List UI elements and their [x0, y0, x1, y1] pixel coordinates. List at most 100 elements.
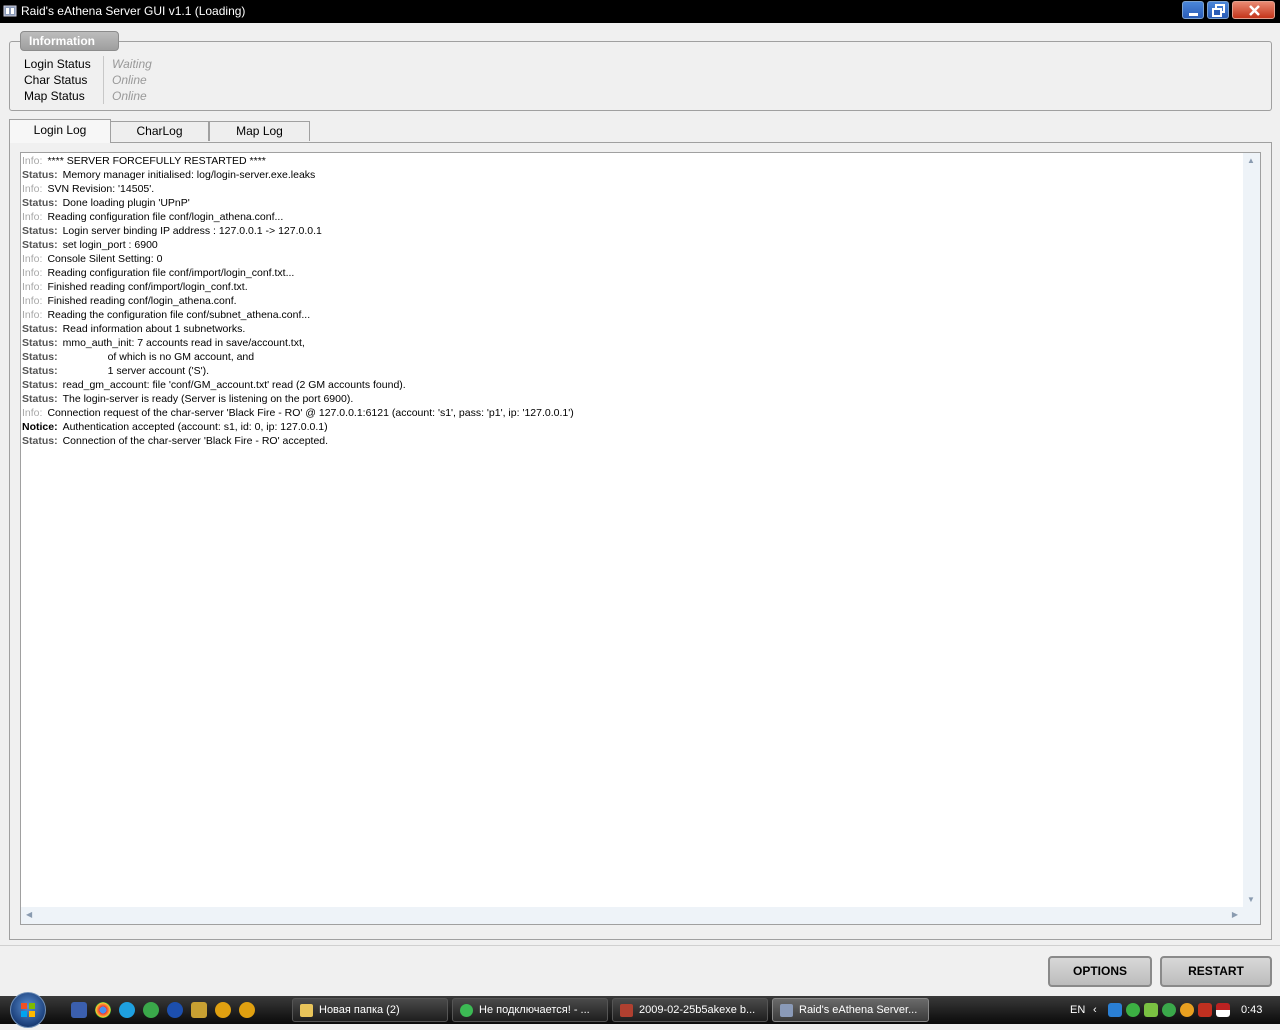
- log-level: Status:: [22, 365, 58, 377]
- quicklaunch-desktop-icon[interactable]: [71, 1002, 87, 1018]
- quicklaunch-app-icon[interactable]: [191, 1002, 207, 1018]
- log-line: Status: mmo_auth_init: 7 accounts read in…: [22, 336, 1242, 350]
- scroll-left-icon[interactable]: ◀: [26, 911, 32, 919]
- folder-icon: [300, 1004, 313, 1017]
- log-level: Status:: [22, 169, 58, 181]
- tab-login-log[interactable]: Login Log: [9, 119, 111, 143]
- network-icon[interactable]: [1108, 1003, 1122, 1017]
- log-level: Status:: [22, 323, 58, 335]
- scroll-right-icon[interactable]: ▶: [1232, 911, 1238, 919]
- log-message: 1 server account ('S').: [107, 365, 210, 377]
- log-line: Status: Done loading plugin 'UPnP': [22, 196, 1242, 210]
- window-title: Raid's eAthena Server GUI v1.1 (Loading): [21, 4, 246, 18]
- scroll-up-icon[interactable]: ▲: [1247, 157, 1255, 165]
- system-tray: EN ‹ 0:43: [1063, 996, 1280, 1024]
- taskbar-item-folder[interactable]: Новая папка (2): [292, 998, 448, 1022]
- log-message: Read information about 1 subnetworks.: [62, 323, 246, 335]
- log-message: Done loading plugin 'UPnP': [62, 197, 190, 209]
- chrome-icon: [460, 1004, 473, 1017]
- horizontal-scrollbar[interactable]: ◀ ▶: [21, 907, 1243, 924]
- options-button[interactable]: OPTIONS: [1048, 956, 1152, 987]
- tray-app-icon-3[interactable]: [1180, 1003, 1194, 1017]
- log-level: Status:: [22, 379, 58, 391]
- log-level: Status:: [22, 435, 58, 447]
- log-level: Status:: [22, 239, 58, 251]
- quicklaunch-warning-icon[interactable]: [215, 1002, 231, 1018]
- taskbar-item-browser[interactable]: Не подключается! - ...: [452, 998, 608, 1022]
- restart-button[interactable]: RESTART: [1160, 956, 1272, 987]
- flag-icon[interactable]: [1216, 1003, 1230, 1017]
- log-message: Login server binding IP address : 127.0.…: [62, 225, 322, 237]
- log-line: Info: **** SERVER FORCEFULLY RESTARTED **…: [22, 154, 1242, 168]
- vertical-scrollbar[interactable]: ▲ ▼: [1243, 153, 1260, 908]
- utorrent-tray-icon[interactable]: [1162, 1003, 1176, 1017]
- scroll-down-icon[interactable]: ▼: [1247, 896, 1255, 904]
- taskbar-item-eathena[interactable]: Raid's eAthena Server...: [772, 998, 929, 1022]
- log-line: Info: Console Silent Setting: 0: [22, 252, 1242, 266]
- log-message: Memory manager initialised: log/login-se…: [62, 169, 316, 181]
- log-line: Info: SVN Revision: '14505'.: [22, 182, 1242, 196]
- log-level: Status:: [22, 393, 58, 405]
- log-line: Info: Reading configuration file conf/imp…: [22, 266, 1242, 280]
- log-line: Status: Read information about 1 subnetwo…: [22, 322, 1242, 336]
- close-button[interactable]: [1232, 1, 1275, 19]
- log-message: Connection of the char-server 'Black Fir…: [62, 435, 329, 447]
- log-level: Status:: [22, 225, 58, 237]
- log-line: Status: The login-server is ready (Server…: [22, 392, 1242, 406]
- log-level: Info:: [22, 309, 43, 321]
- log-line: Notice: Authentication accepted (account:…: [22, 420, 1242, 434]
- log-message: **** SERVER FORCEFULLY RESTARTED ****: [47, 155, 266, 167]
- tray-expand-icon[interactable]: ‹: [1093, 996, 1097, 1024]
- quicklaunch-bluetooth-icon[interactable]: [167, 1002, 183, 1018]
- log-line: Info: Finished reading conf/login_athena.…: [22, 294, 1242, 308]
- log-level: Status:: [22, 351, 58, 363]
- information-panel: [9, 41, 1272, 111]
- tab-map-log[interactable]: Map Log: [209, 121, 310, 141]
- minimize-icon: [1189, 13, 1198, 16]
- log-line: Info: Connection request of the char-serv…: [22, 406, 1242, 420]
- tray-app-icon[interactable]: [1126, 1003, 1140, 1017]
- log-line: Status: Login server binding IP address :…: [22, 224, 1242, 238]
- log-message: set login_port : 6900: [62, 239, 158, 251]
- log-level: Info:: [22, 281, 43, 293]
- map-status-value: Online: [112, 89, 147, 103]
- title-bar[interactable]: Raid's eAthena Server GUI v1.1 (Loading): [0, 0, 1280, 23]
- start-button[interactable]: [10, 992, 46, 1028]
- quicklaunch-utorrent-icon[interactable]: [143, 1002, 159, 1018]
- quicklaunch-warning-icon-2[interactable]: [239, 1002, 255, 1018]
- char-status-value: Online: [112, 73, 147, 87]
- clock[interactable]: 0:43: [1241, 996, 1262, 1024]
- log-message: Reading configuration file conf/login_at…: [47, 211, 284, 223]
- app-icon: [780, 1004, 793, 1017]
- log-message: mmo_auth_init: 7 accounts read in save/a…: [62, 337, 305, 349]
- close-icon: [1249, 5, 1260, 16]
- log-message: Authentication accepted (account: s1, id…: [62, 421, 328, 433]
- log-line: Status: read_gm_account: file 'conf/GM_ac…: [22, 378, 1242, 392]
- log-level: Info:: [22, 211, 43, 223]
- quicklaunch-chrome-icon[interactable]: [95, 1002, 111, 1018]
- log-message: The login-server is ready (Server is lis…: [62, 393, 354, 405]
- tab-char-log[interactable]: CharLog: [110, 121, 209, 141]
- language-indicator[interactable]: EN: [1070, 996, 1085, 1024]
- login-log-textbox[interactable]: Info: **** SERVER FORCEFULLY RESTARTED **…: [20, 152, 1261, 925]
- log-message: of which is no GM account, and: [107, 351, 255, 363]
- log-line: Info: Finished reading conf/import/login_…: [22, 280, 1242, 294]
- log-message: Reading configuration file conf/import/l…: [47, 267, 295, 279]
- log-level: Info:: [22, 183, 43, 195]
- log-line: Info: Reading configuration file conf/log…: [22, 210, 1242, 224]
- taskbar: Новая папка (2) Не подключается! - ... 2…: [0, 992, 1280, 1028]
- log-line: Status: Memory manager initialised: log/l…: [22, 168, 1242, 182]
- taskbar-item-label: Не подключается! - ...: [479, 1004, 590, 1016]
- log-message: SVN Revision: '14505'.: [47, 183, 155, 195]
- minimize-button[interactable]: [1182, 1, 1204, 19]
- taskbar-item-image[interactable]: 2009-02-25b5akexe b...: [612, 998, 768, 1022]
- app-icon: [3, 5, 17, 17]
- restore-button[interactable]: [1207, 1, 1229, 19]
- tray-app-icon-2[interactable]: [1144, 1003, 1158, 1017]
- quicklaunch-skype-icon[interactable]: [119, 1002, 135, 1018]
- log-level: Info:: [22, 295, 43, 307]
- taskbar-item-label: 2009-02-25b5akexe b...: [639, 1004, 756, 1016]
- log-level: Info:: [22, 253, 43, 265]
- log-message: Reading the configuration file conf/subn…: [47, 309, 311, 321]
- volume-icon[interactable]: [1198, 1003, 1212, 1017]
